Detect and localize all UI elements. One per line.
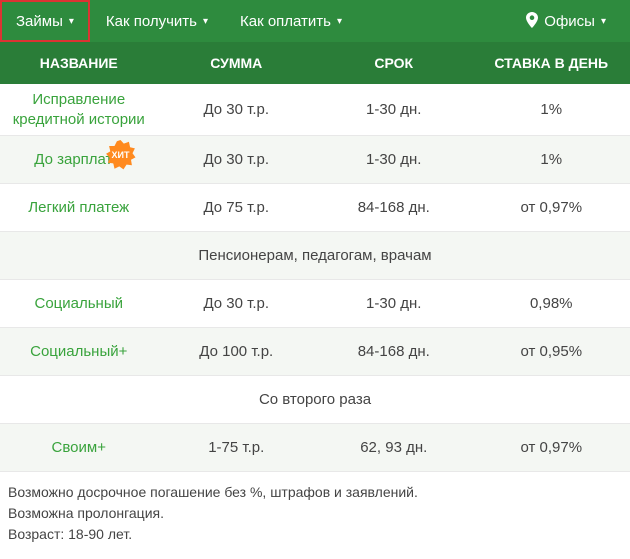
nav-how-get-label: Как получить <box>106 13 197 30</box>
product-term: 62, 93 дн. <box>315 424 473 471</box>
table-row: До зарплаты ХИТ До 30 т.р. 1-30 дн. 1% <box>0 136 630 184</box>
chevron-down-icon: ▾ <box>337 16 342 27</box>
product-term: 1-30 дн. <box>315 280 473 327</box>
table-header: НАЗВАНИЕ СУММА СРОК СТАВКА В ДЕНЬ <box>0 42 630 84</box>
product-name[interactable]: Социальный+ <box>0 328 158 375</box>
top-navbar: Займы ▾ Как получить ▾ Как оплатить ▾ Оф… <box>0 0 630 42</box>
product-sum: 1-75 т.р. <box>158 424 316 471</box>
product-sum: До 30 т.р. <box>158 280 316 327</box>
chevron-down-icon: ▾ <box>203 16 208 27</box>
product-name[interactable]: До зарплаты ХИТ <box>0 136 158 183</box>
group-header: Пенсионерам, педагогам, врачам <box>0 232 630 280</box>
group-header: Со второго раза <box>0 376 630 424</box>
chevron-down-icon: ▾ <box>69 16 74 27</box>
product-term: 1-30 дн. <box>315 84 473 135</box>
product-name[interactable]: Своим+ <box>0 424 158 471</box>
footer-notes: Возможно досрочное погашение без %, штра… <box>0 472 630 559</box>
nav-how-get[interactable]: Как получить ▾ <box>90 0 224 42</box>
product-sum: До 30 т.р. <box>158 136 316 183</box>
product-name[interactable]: Социальный <box>0 280 158 327</box>
nav-how-pay-label: Как оплатить <box>240 13 331 30</box>
product-rate: 1% <box>473 84 630 135</box>
product-rate: от 0,95% <box>473 328 630 375</box>
product-rate: от 0,97% <box>473 184 630 231</box>
table-row: Исправление кредитной истории До 30 т.р.… <box>0 84 630 136</box>
product-name[interactable]: Исправление кредитной истории <box>0 84 158 135</box>
product-rate: 0,98% <box>473 280 630 327</box>
product-term: 84-168 дн. <box>315 328 473 375</box>
product-rate: от 0,97% <box>473 424 630 471</box>
product-rate: 1% <box>473 136 630 183</box>
group-label: Со второго раза <box>259 391 371 408</box>
group-label: Пенсионерам, педагогам, врачам <box>198 247 431 264</box>
chevron-down-icon: ▾ <box>601 16 606 27</box>
nav-offices-label: Офисы <box>544 13 595 30</box>
col-rate: СТАВКА В ДЕНЬ <box>473 42 630 84</box>
table-row: Легкий платеж До 75 т.р. 84-168 дн. от 0… <box>0 184 630 232</box>
table-row: Своим+ 1-75 т.р. 62, 93 дн. от 0,97% <box>0 424 630 472</box>
product-term: 1-30 дн. <box>315 136 473 183</box>
nav-loans-label: Займы <box>16 13 63 30</box>
col-term: СРОК <box>315 42 473 84</box>
col-sum: СУММА <box>158 42 316 84</box>
col-name: НАЗВАНИЕ <box>0 42 158 84</box>
footer-line: Возможна пролонгация. <box>8 503 622 524</box>
nav-how-pay[interactable]: Как оплатить ▾ <box>224 0 358 42</box>
product-sum: До 100 т.р. <box>158 328 316 375</box>
footer-line: Возможно досрочное погашение без %, штра… <box>8 482 622 503</box>
product-sum: До 30 т.р. <box>158 84 316 135</box>
nav-loans[interactable]: Займы ▾ <box>0 0 90 42</box>
table-row: Социальный До 30 т.р. 1-30 дн. 0,98% <box>0 280 630 328</box>
product-sum: До 75 т.р. <box>158 184 316 231</box>
footer-line: Возраст: 18-90 лет. <box>8 524 622 545</box>
map-pin-icon <box>526 12 538 31</box>
product-name[interactable]: Легкий платеж <box>0 184 158 231</box>
table-row: Социальный+ До 100 т.р. 84-168 дн. от 0,… <box>0 328 630 376</box>
product-term: 84-168 дн. <box>315 184 473 231</box>
nav-offices[interactable]: Офисы ▾ <box>510 0 630 42</box>
